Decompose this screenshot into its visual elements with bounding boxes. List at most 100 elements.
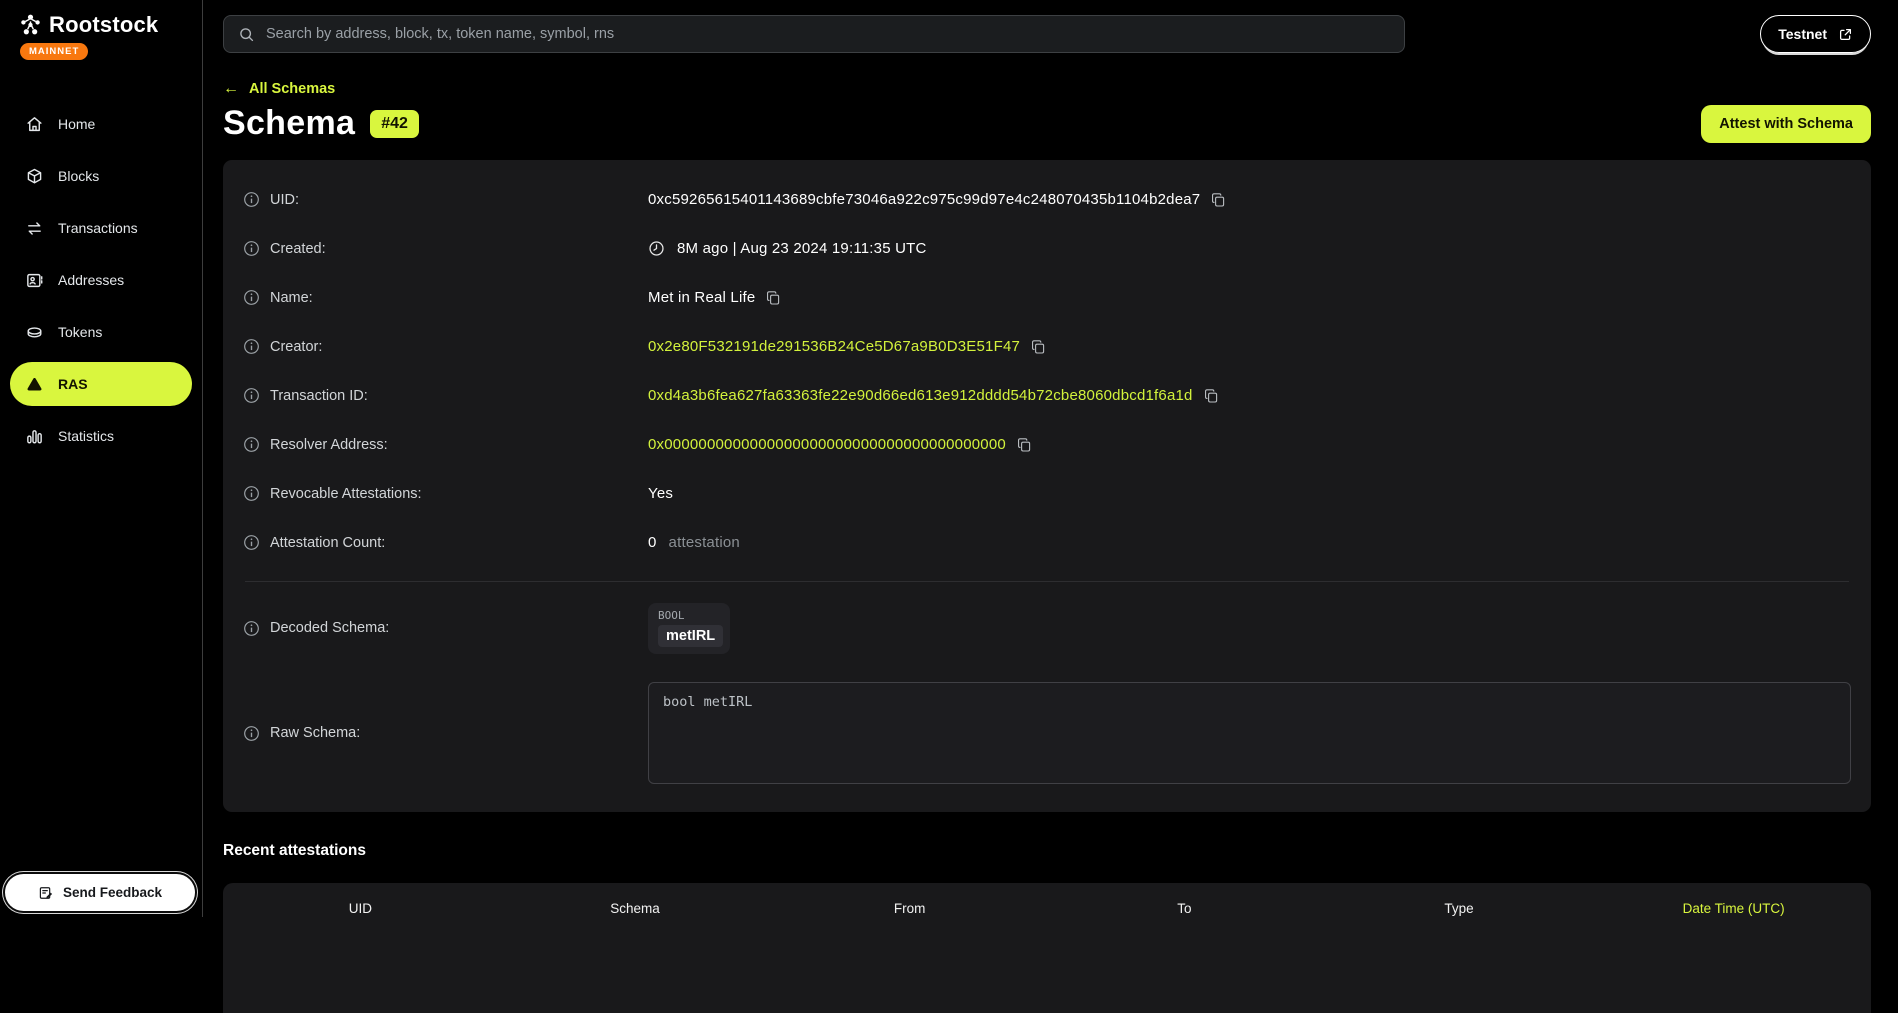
attest-with-schema-button[interactable]: Attest with Schema [1701,105,1871,143]
statistics-icon [25,427,44,446]
sidebar-item-label: RAS [58,376,88,392]
info-icon[interactable] [243,485,260,502]
transactions-icon [25,219,44,238]
search-bar [223,15,1405,53]
creator-label: Creator: [270,339,322,355]
revocable-label: Revocable Attestations: [270,486,422,502]
detail-row-resolver-address: Resolver Address: 0x00000000000000000000… [243,420,1851,469]
topbar: Testnet [223,15,1871,53]
uid-label: UID: [270,192,299,208]
sidebar-item-addresses[interactable]: Addresses [10,258,192,302]
card-divider [245,581,1849,582]
info-icon[interactable] [243,534,260,551]
search-input[interactable] [266,26,1390,42]
feedback-button-label: Send Feedback [63,885,162,900]
info-icon[interactable] [243,620,260,637]
sidebar-item-tokens[interactable]: Tokens [10,310,192,354]
sidebar-nav: Home Blocks Transactions Addresses [0,102,202,458]
search-icon [238,26,255,43]
resolver-address-link[interactable]: 0x00000000000000000000000000000000000000… [648,436,1006,453]
column-header-type: Type [1322,901,1597,916]
detail-row-transaction-id: Transaction ID: 0xd4a3b6fea627fa63363fe2… [243,371,1851,420]
back-arrow-icon: ← [223,80,239,98]
send-feedback-button[interactable]: Send Feedback [5,874,195,911]
copy-icon[interactable] [1030,339,1046,355]
info-icon[interactable] [243,240,260,257]
testnet-switch-button[interactable]: Testnet [1760,15,1871,53]
sidebar-item-transactions[interactable]: Transactions [10,206,192,250]
ras-icon [25,375,44,394]
copy-icon[interactable] [1203,388,1219,404]
column-header-schema: Schema [498,901,773,916]
home-icon [25,115,44,134]
revocable-value: Yes [648,485,673,502]
info-icon[interactable] [243,387,260,404]
detail-row-attestation-count: Attestation Count: 0 attestation [243,518,1851,567]
addresses-icon [25,271,44,290]
brand-logo[interactable]: Rootstock MAINNET [0,0,202,60]
copy-icon[interactable] [765,290,781,306]
sidebar-item-home[interactable]: Home [10,102,192,146]
column-header-uid: UID [223,901,498,916]
sidebar-item-label: Tokens [58,324,102,340]
decoded-schema-chip: BOOL metIRL [648,603,730,654]
testnet-label: Testnet [1778,26,1827,42]
detail-row-created: Created: 8M ago | Aug 23 2024 19:11:35 U… [243,224,1851,273]
decoded-schema-type: BOOL [658,609,723,622]
sidebar-item-blocks[interactable]: Blocks [10,154,192,198]
sidebar-item-statistics[interactable]: Statistics [10,414,192,458]
detail-row-decoded-schema: Decoded Schema: BOOL metIRL [243,596,1851,660]
sidebar-item-label: Transactions [58,220,138,236]
sidebar: Rootstock MAINNET Home Blocks Transacti [0,0,203,917]
breadcrumb-all-schemas[interactable]: ← All Schemas [223,80,1871,98]
info-icon[interactable] [243,289,260,306]
external-link-icon [1838,27,1853,42]
schema-number-badge: #42 [370,110,419,138]
column-header-from: From [772,901,1047,916]
recent-attestations-heading: Recent attestations [223,842,1871,860]
sidebar-item-label: Addresses [58,272,124,288]
column-header-to: To [1047,901,1322,916]
raw-schema-label: Raw Schema: [270,725,360,741]
copy-icon[interactable] [1210,192,1226,208]
created-label: Created: [270,241,326,257]
network-badge: MAINNET [20,43,88,60]
tokens-icon [25,323,44,342]
detail-row-raw-schema: Raw Schema: bool metIRL [243,682,1851,784]
sidebar-item-label: Statistics [58,428,114,444]
info-icon[interactable] [243,338,260,355]
uid-value: 0xc59265615401143689cbfe73046a922c975c99… [648,191,1200,208]
sidebar-item-label: Blocks [58,168,99,184]
detail-row-creator: Creator: 0x2e80F532191de291536B24Ce5D67a… [243,322,1851,371]
sidebar-item-ras[interactable]: RAS [10,362,192,406]
column-header-datetime[interactable]: Date Time (UTC) [1596,901,1871,916]
info-icon[interactable] [243,191,260,208]
creator-address-link[interactable]: 0x2e80F532191de291536B24Ce5D67a9B0D3E51F… [648,338,1020,355]
attestation-count-value: 0 [648,534,657,551]
transaction-id-link[interactable]: 0xd4a3b6fea627fa63363fe22e90d66ed613e912… [648,387,1193,404]
info-icon[interactable] [243,725,260,742]
main-content: Testnet ← All Schemas Schema #42 Attest … [204,0,1898,917]
attestation-count-label: Attestation Count: [270,535,385,551]
raw-schema-textarea[interactable]: bool metIRL [648,682,1851,784]
attestations-table-header: UID Schema From To Type Date Time (UTC) [223,883,1871,933]
copy-icon[interactable] [1016,437,1032,453]
decoded-schema-label: Decoded Schema: [270,620,389,636]
attestations-table: UID Schema From To Type Date Time (UTC) [223,883,1871,1013]
title-row: Schema #42 Attest with Schema [223,104,1871,143]
schema-details-card: UID: 0xc59265615401143689cbfe73046a922c9… [223,160,1871,812]
name-label: Name: [270,290,313,306]
resolver-address-label: Resolver Address: [270,437,388,453]
feedback-icon [38,885,54,901]
info-icon[interactable] [243,436,260,453]
sidebar-item-label: Home [58,116,95,132]
transaction-id-label: Transaction ID: [270,388,368,404]
breadcrumb-label: All Schemas [249,81,335,97]
brand-name: Rootstock [49,12,158,38]
blocks-icon [25,167,44,186]
decoded-schema-field: metIRL [658,625,723,647]
detail-row-name: Name: Met in Real Life [243,273,1851,322]
name-value: Met in Real Life [648,289,755,306]
detail-row-revocable: Revocable Attestations: Yes [243,469,1851,518]
clock-icon [648,240,665,257]
